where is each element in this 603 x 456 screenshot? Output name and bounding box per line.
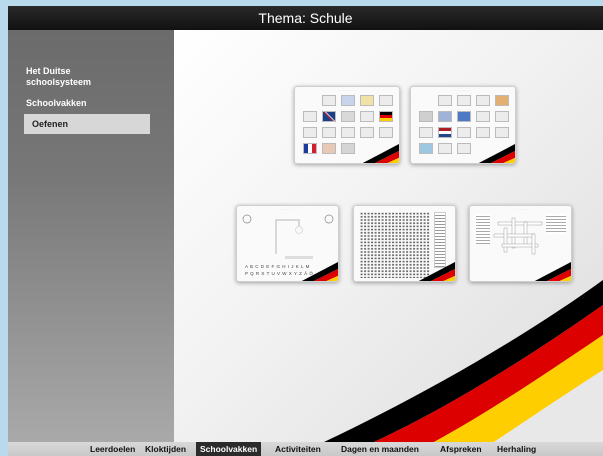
- exercise-area: · · · · · · · · · · · · · · · · · · · · …: [174, 30, 603, 442]
- thumbnail-title: · · · · · · ·: [281, 207, 294, 211]
- flag-corner-icon: [362, 144, 399, 163]
- bottom-navigation: Leerdoelen Kloktijden Schoolvakken Activ…: [8, 442, 603, 456]
- tab-activiteiten[interactable]: Activiteiten: [275, 442, 321, 456]
- tab-afspreken[interactable]: Afspreken: [440, 442, 482, 456]
- tab-schoolvakken[interactable]: Schoolvakken: [196, 442, 262, 456]
- tab-herhaling[interactable]: Herhaling: [497, 442, 536, 456]
- thumbnail-title: · · · · · · · · ·: [455, 88, 471, 92]
- tab-dagen-en-maanden[interactable]: Dagen en maanden: [341, 442, 419, 456]
- tab-kloktijden[interactable]: Kloktijden: [145, 442, 186, 456]
- crossword-clues-right: [546, 214, 566, 234]
- flag-corner-icon: [534, 262, 571, 281]
- app-window: Thema: Schule Het Duitse schoolsysteem S…: [8, 6, 603, 456]
- sidebar-item-oefenen[interactable]: Oefenen: [24, 114, 150, 134]
- thumbnail-title: · · · · · · ·: [398, 207, 411, 211]
- crossword-clues-left: [476, 214, 490, 244]
- page-title: Thema: Schule: [8, 6, 603, 30]
- word-search-thumbnail[interactable]: · · · · · · ·: [353, 205, 456, 282]
- sidebar-item-schoolsysteem[interactable]: Het Duitse schoolsysteem: [26, 66, 136, 88]
- hangman-game-thumbnail[interactable]: · · · · · · · A B C D E F G H I J K L M …: [236, 205, 339, 282]
- sidebar-item-oefenen-label: Oefenen: [32, 119, 69, 129]
- memory-game-1-thumbnail[interactable]: · · · · · · · · ·: [294, 86, 400, 164]
- flag-corner-icon: [478, 144, 515, 163]
- memory-game-2-thumbnail[interactable]: · · · · · · · · ·: [410, 86, 516, 164]
- flag-corner-icon: [418, 262, 455, 281]
- flag-corner-icon: [301, 262, 338, 281]
- thumbnail-title: · · · · · · · · ·: [339, 88, 355, 92]
- sidebar-item-schoolvakken[interactable]: Schoolvakken: [26, 98, 87, 109]
- crossword-thumbnail[interactable]: · · · · · · ·: [469, 205, 572, 282]
- sidebar: Het Duitse schoolsysteem Schoolvakken Oe…: [8, 30, 174, 442]
- thumbnail-title: · · · · · · ·: [514, 207, 527, 211]
- tab-leerdoelen[interactable]: Leerdoelen: [90, 442, 135, 456]
